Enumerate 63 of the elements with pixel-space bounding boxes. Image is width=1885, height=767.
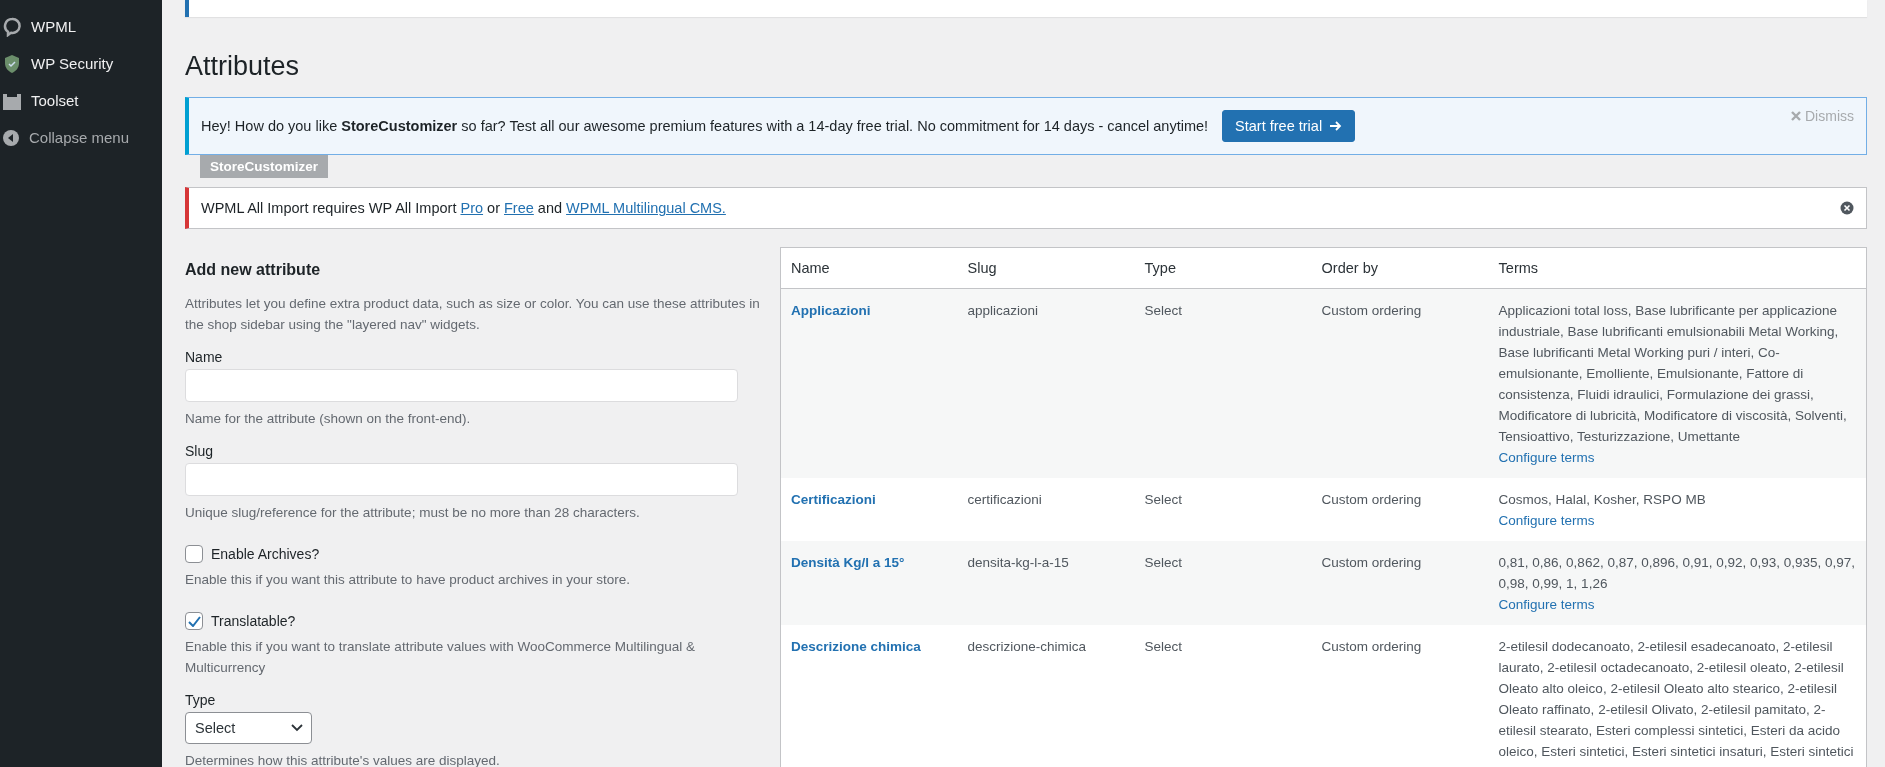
type-cell: Select [1134, 288, 1312, 478]
close-icon [1791, 111, 1801, 121]
checkbox[interactable] [185, 545, 203, 563]
field-label: Type [185, 692, 217, 708]
attribute-name-link[interactable]: Descrizione chimica [791, 639, 921, 654]
arrow-right-icon [1330, 121, 1343, 131]
speech-bubble-icon [2, 16, 22, 37]
notice-link[interactable]: WPML Multilingual CMS. [566, 200, 726, 216]
type-cell: Select [1134, 478, 1312, 541]
shield-icon [2, 53, 22, 74]
type-select[interactable]: Select [185, 712, 312, 744]
field-label: Slug [185, 443, 215, 459]
close-icon[interactable] [1840, 201, 1854, 215]
attribute-name-link[interactable]: Densità Kg/l a 15° [791, 555, 905, 570]
chevron-down-icon [291, 724, 303, 732]
field-hint: Name for the attribute (shown on the front-end). [185, 410, 472, 428]
terms-text: Cosmos, Halal, Kosher, RSPO MB [1498, 491, 1707, 509]
configure-terms-link[interactable]: Configure terms [1498, 510, 1856, 531]
checkbox-label: Enable Archives? [211, 546, 320, 562]
order-cell: Custom ordering [1311, 288, 1489, 478]
type-cell: Select [1134, 625, 1312, 767]
field-hint: Determines how this attribute's values are displayed. [185, 752, 501, 767]
sidebar-item[interactable]: Collapse menu [0, 119, 162, 156]
plugin-tag: StoreCustomizer [200, 155, 329, 178]
notice-link[interactable]: Free [504, 200, 534, 216]
input-field[interactable] [185, 369, 738, 402]
slug-cell: descrizione-chimica [957, 625, 1135, 767]
column-header: Order by [1311, 247, 1489, 289]
form-heading: Add new attribute [185, 261, 322, 279]
sidebar-item[interactable]: WPML [0, 8, 162, 45]
column-header: Slug [957, 247, 1135, 289]
slug-cell: densita-kg-l-a-15 [957, 541, 1135, 625]
sidebar-item[interactable]: Toolset [0, 82, 162, 119]
terms-text: 2-etilesil dodecanoato, 2-etilesil esadecanoato, 2-etilesil laurato, 2-etilesil octadecanoato, 2-etilesil oleato, 2-etilesil Oleato alto oleico, 2-etilesil Oleato alto stearico, 2-etilesil Oleato raffinato, 2-etilesil Olivato, 2-etilesil pamitato, 2-etilesil stearato, Esteri complessi sintetici, Esteri da acido oleico, Esteri sintetici, Esteri sintetici insaturi, Esteri sintetici [1498, 638, 1855, 761]
order-cell: Custom ordering [1311, 478, 1489, 541]
terms-text: 0,81, 0,86, 0,862, 0,87, 0,896, 0,91, 0,92, 0,93, 0,935, 0,97, 0,98, 0,99, 1, 1,26 [1498, 554, 1856, 593]
order-cell: Custom ordering [1311, 541, 1489, 625]
column-header: Name [780, 247, 958, 289]
field-hint: Enable this if you want this attribute to have product archives in your store. [185, 571, 631, 589]
page-title: Attributes [185, 51, 301, 82]
attribute-name-link[interactable]: Certificazioni [791, 492, 876, 507]
column-header: Type [1134, 247, 1312, 289]
configure-terms-link[interactable]: Configure terms [1498, 594, 1856, 615]
slug-cell: applicazioni [957, 288, 1135, 478]
field-hint: Unique slug/reference for the attribute; must be no more than 28 characters. [185, 504, 641, 522]
input-field[interactable] [185, 463, 738, 496]
type-cell: Select [1134, 541, 1312, 625]
column-header: Terms [1488, 247, 1867, 289]
checkbox-label: Translatable? [211, 613, 296, 629]
slug-cell: certificazioni [957, 478, 1135, 541]
start-trial-button[interactable]: Start free trial [1222, 110, 1356, 142]
notice-text: WPML All Import requires WP All Import Pro or Free and WPML Multilingual CMS. [201, 200, 726, 216]
promo-text: Hey! How do you like StoreCustomizer so far? Test all our awesome premium features with a 14-day free trial. No commitment for 14 days - cancel anytime! [201, 118, 1209, 134]
notice-link[interactable]: Pro [460, 200, 484, 216]
configure-terms-link[interactable]: Configure terms [1498, 447, 1856, 468]
order-cell: Custom ordering [1311, 625, 1489, 767]
sidebar-item[interactable]: WP Security [0, 45, 162, 82]
field-hint: Enable this if you want to translate attribute values with WooCommerce Multilingual & Multicurrency [185, 638, 696, 677]
field-label: Name [185, 349, 224, 365]
form-intro: Attributes let you define extra product data, such as size or color. You can use these attributes in the shop sidebar using the "layered nav" widgets. [185, 295, 760, 334]
terms-text: Applicazioni total loss, Base lubrificante per applicazione industriale, Base lubrificanti emulsionabili Metal Working, Base lubrificanti Metal Working puri / interi, Co-emulsionante, Emolliente, Emulsionante, Fattore di consistenza, Fluidi idraulici, Formulazione dei grassi, Modificatore di lubricità, Modificatore di viscosità, Solventi, Tensioattivo, Testurizzazione, Umettante [1498, 302, 1848, 446]
attribute-name-link[interactable]: Applicazioni [791, 303, 871, 318]
checkbox[interactable] [185, 612, 203, 630]
